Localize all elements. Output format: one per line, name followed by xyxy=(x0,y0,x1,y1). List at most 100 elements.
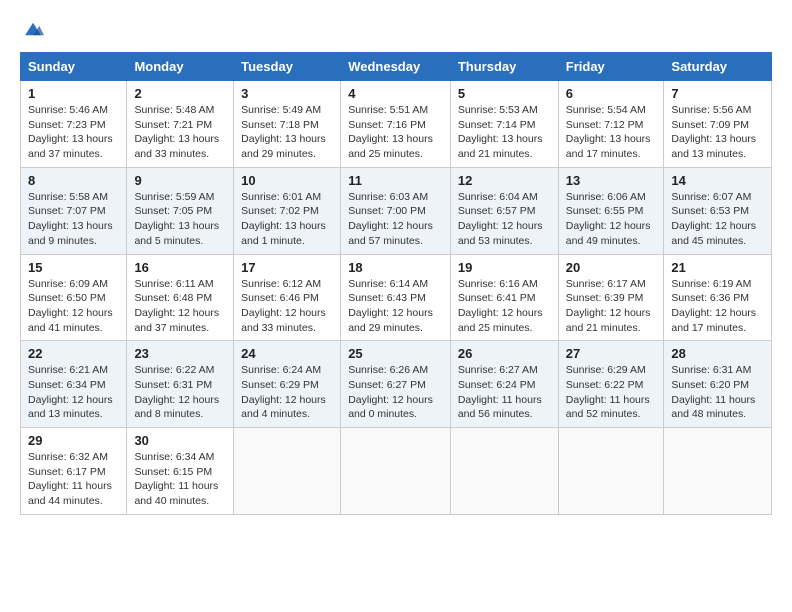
day-number: 13 xyxy=(566,173,657,188)
table-row: 22 Sunrise: 6:21 AMSunset: 6:34 PMDaylig… xyxy=(21,341,127,428)
table-row: 3 Sunrise: 5:49 AMSunset: 7:18 PMDayligh… xyxy=(234,81,341,168)
day-number: 25 xyxy=(348,346,443,361)
table-row xyxy=(341,428,451,515)
day-detail: Sunrise: 6:19 AMSunset: 6:36 PMDaylight:… xyxy=(671,278,756,334)
table-row: 14 Sunrise: 6:07 AMSunset: 6:53 PMDaylig… xyxy=(664,167,772,254)
table-row: 25 Sunrise: 6:26 AMSunset: 6:27 PMDaylig… xyxy=(341,341,451,428)
table-row: 15 Sunrise: 6:09 AMSunset: 6:50 PMDaylig… xyxy=(21,254,127,341)
day-header-tuesday: Tuesday xyxy=(234,53,341,81)
table-row xyxy=(558,428,664,515)
calendar-table: SundayMondayTuesdayWednesdayThursdayFrid… xyxy=(20,52,772,515)
logo xyxy=(20,18,44,40)
day-detail: Sunrise: 5:48 AMSunset: 7:21 PMDaylight:… xyxy=(134,104,219,160)
logo-icon xyxy=(22,18,44,40)
day-detail: Sunrise: 6:11 AMSunset: 6:48 PMDaylight:… xyxy=(134,278,219,334)
day-number: 12 xyxy=(458,173,551,188)
day-detail: Sunrise: 6:31 AMSunset: 6:20 PMDaylight:… xyxy=(671,364,755,420)
table-row: 17 Sunrise: 6:12 AMSunset: 6:46 PMDaylig… xyxy=(234,254,341,341)
day-number: 16 xyxy=(134,260,226,275)
day-number: 23 xyxy=(134,346,226,361)
day-header-thursday: Thursday xyxy=(450,53,558,81)
day-number: 29 xyxy=(28,433,119,448)
day-detail: Sunrise: 5:58 AMSunset: 7:07 PMDaylight:… xyxy=(28,191,113,247)
table-row: 21 Sunrise: 6:19 AMSunset: 6:36 PMDaylig… xyxy=(664,254,772,341)
table-row: 20 Sunrise: 6:17 AMSunset: 6:39 PMDaylig… xyxy=(558,254,664,341)
day-header-monday: Monday xyxy=(127,53,234,81)
day-detail: Sunrise: 6:16 AMSunset: 6:41 PMDaylight:… xyxy=(458,278,543,334)
calendar-page: SundayMondayTuesdayWednesdayThursdayFrid… xyxy=(0,0,792,612)
table-row: 24 Sunrise: 6:24 AMSunset: 6:29 PMDaylig… xyxy=(234,341,341,428)
table-row: 18 Sunrise: 6:14 AMSunset: 6:43 PMDaylig… xyxy=(341,254,451,341)
day-detail: Sunrise: 6:09 AMSunset: 6:50 PMDaylight:… xyxy=(28,278,113,334)
day-detail: Sunrise: 6:07 AMSunset: 6:53 PMDaylight:… xyxy=(671,191,756,247)
day-number: 2 xyxy=(134,86,226,101)
table-row: 28 Sunrise: 6:31 AMSunset: 6:20 PMDaylig… xyxy=(664,341,772,428)
table-row: 1 Sunrise: 5:46 AMSunset: 7:23 PMDayligh… xyxy=(21,81,127,168)
table-row: 4 Sunrise: 5:51 AMSunset: 7:16 PMDayligh… xyxy=(341,81,451,168)
header xyxy=(20,18,772,40)
day-detail: Sunrise: 6:01 AMSunset: 7:02 PMDaylight:… xyxy=(241,191,326,247)
day-number: 18 xyxy=(348,260,443,275)
day-number: 14 xyxy=(671,173,764,188)
day-number: 4 xyxy=(348,86,443,101)
table-row xyxy=(234,428,341,515)
day-number: 11 xyxy=(348,173,443,188)
table-row: 11 Sunrise: 6:03 AMSunset: 7:00 PMDaylig… xyxy=(341,167,451,254)
day-number: 8 xyxy=(28,173,119,188)
table-row xyxy=(664,428,772,515)
table-row: 19 Sunrise: 6:16 AMSunset: 6:41 PMDaylig… xyxy=(450,254,558,341)
day-detail: Sunrise: 6:27 AMSunset: 6:24 PMDaylight:… xyxy=(458,364,542,420)
day-detail: Sunrise: 5:59 AMSunset: 7:05 PMDaylight:… xyxy=(134,191,219,247)
day-number: 17 xyxy=(241,260,333,275)
day-detail: Sunrise: 6:34 AMSunset: 6:15 PMDaylight:… xyxy=(134,451,218,507)
day-detail: Sunrise: 6:26 AMSunset: 6:27 PMDaylight:… xyxy=(348,364,433,420)
day-detail: Sunrise: 6:14 AMSunset: 6:43 PMDaylight:… xyxy=(348,278,433,334)
table-row: 27 Sunrise: 6:29 AMSunset: 6:22 PMDaylig… xyxy=(558,341,664,428)
table-row: 13 Sunrise: 6:06 AMSunset: 6:55 PMDaylig… xyxy=(558,167,664,254)
day-detail: Sunrise: 6:22 AMSunset: 6:31 PMDaylight:… xyxy=(134,364,219,420)
day-number: 22 xyxy=(28,346,119,361)
day-detail: Sunrise: 6:06 AMSunset: 6:55 PMDaylight:… xyxy=(566,191,651,247)
day-number: 24 xyxy=(241,346,333,361)
day-number: 19 xyxy=(458,260,551,275)
day-number: 5 xyxy=(458,86,551,101)
table-row: 29 Sunrise: 6:32 AMSunset: 6:17 PMDaylig… xyxy=(21,428,127,515)
day-detail: Sunrise: 6:29 AMSunset: 6:22 PMDaylight:… xyxy=(566,364,650,420)
table-row: 30 Sunrise: 6:34 AMSunset: 6:15 PMDaylig… xyxy=(127,428,234,515)
day-number: 30 xyxy=(134,433,226,448)
day-detail: Sunrise: 6:24 AMSunset: 6:29 PMDaylight:… xyxy=(241,364,326,420)
day-header-sunday: Sunday xyxy=(21,53,127,81)
day-number: 10 xyxy=(241,173,333,188)
day-number: 6 xyxy=(566,86,657,101)
table-row: 10 Sunrise: 6:01 AMSunset: 7:02 PMDaylig… xyxy=(234,167,341,254)
table-row: 7 Sunrise: 5:56 AMSunset: 7:09 PMDayligh… xyxy=(664,81,772,168)
day-detail: Sunrise: 6:12 AMSunset: 6:46 PMDaylight:… xyxy=(241,278,326,334)
day-detail: Sunrise: 6:32 AMSunset: 6:17 PMDaylight:… xyxy=(28,451,112,507)
table-row: 26 Sunrise: 6:27 AMSunset: 6:24 PMDaylig… xyxy=(450,341,558,428)
day-detail: Sunrise: 5:54 AMSunset: 7:12 PMDaylight:… xyxy=(566,104,651,160)
day-detail: Sunrise: 5:51 AMSunset: 7:16 PMDaylight:… xyxy=(348,104,433,160)
day-header-saturday: Saturday xyxy=(664,53,772,81)
day-detail: Sunrise: 5:49 AMSunset: 7:18 PMDaylight:… xyxy=(241,104,326,160)
day-detail: Sunrise: 6:21 AMSunset: 6:34 PMDaylight:… xyxy=(28,364,113,420)
day-detail: Sunrise: 5:53 AMSunset: 7:14 PMDaylight:… xyxy=(458,104,543,160)
day-number: 15 xyxy=(28,260,119,275)
day-detail: Sunrise: 6:03 AMSunset: 7:00 PMDaylight:… xyxy=(348,191,433,247)
day-header-wednesday: Wednesday xyxy=(341,53,451,81)
day-detail: Sunrise: 5:46 AMSunset: 7:23 PMDaylight:… xyxy=(28,104,113,160)
day-number: 26 xyxy=(458,346,551,361)
day-detail: Sunrise: 6:04 AMSunset: 6:57 PMDaylight:… xyxy=(458,191,543,247)
day-number: 7 xyxy=(671,86,764,101)
day-number: 1 xyxy=(28,86,119,101)
day-header-friday: Friday xyxy=(558,53,664,81)
table-row xyxy=(450,428,558,515)
day-number: 20 xyxy=(566,260,657,275)
table-row: 5 Sunrise: 5:53 AMSunset: 7:14 PMDayligh… xyxy=(450,81,558,168)
table-row: 23 Sunrise: 6:22 AMSunset: 6:31 PMDaylig… xyxy=(127,341,234,428)
day-detail: Sunrise: 5:56 AMSunset: 7:09 PMDaylight:… xyxy=(671,104,756,160)
day-number: 21 xyxy=(671,260,764,275)
table-row: 6 Sunrise: 5:54 AMSunset: 7:12 PMDayligh… xyxy=(558,81,664,168)
table-row: 9 Sunrise: 5:59 AMSunset: 7:05 PMDayligh… xyxy=(127,167,234,254)
day-detail: Sunrise: 6:17 AMSunset: 6:39 PMDaylight:… xyxy=(566,278,651,334)
day-number: 28 xyxy=(671,346,764,361)
